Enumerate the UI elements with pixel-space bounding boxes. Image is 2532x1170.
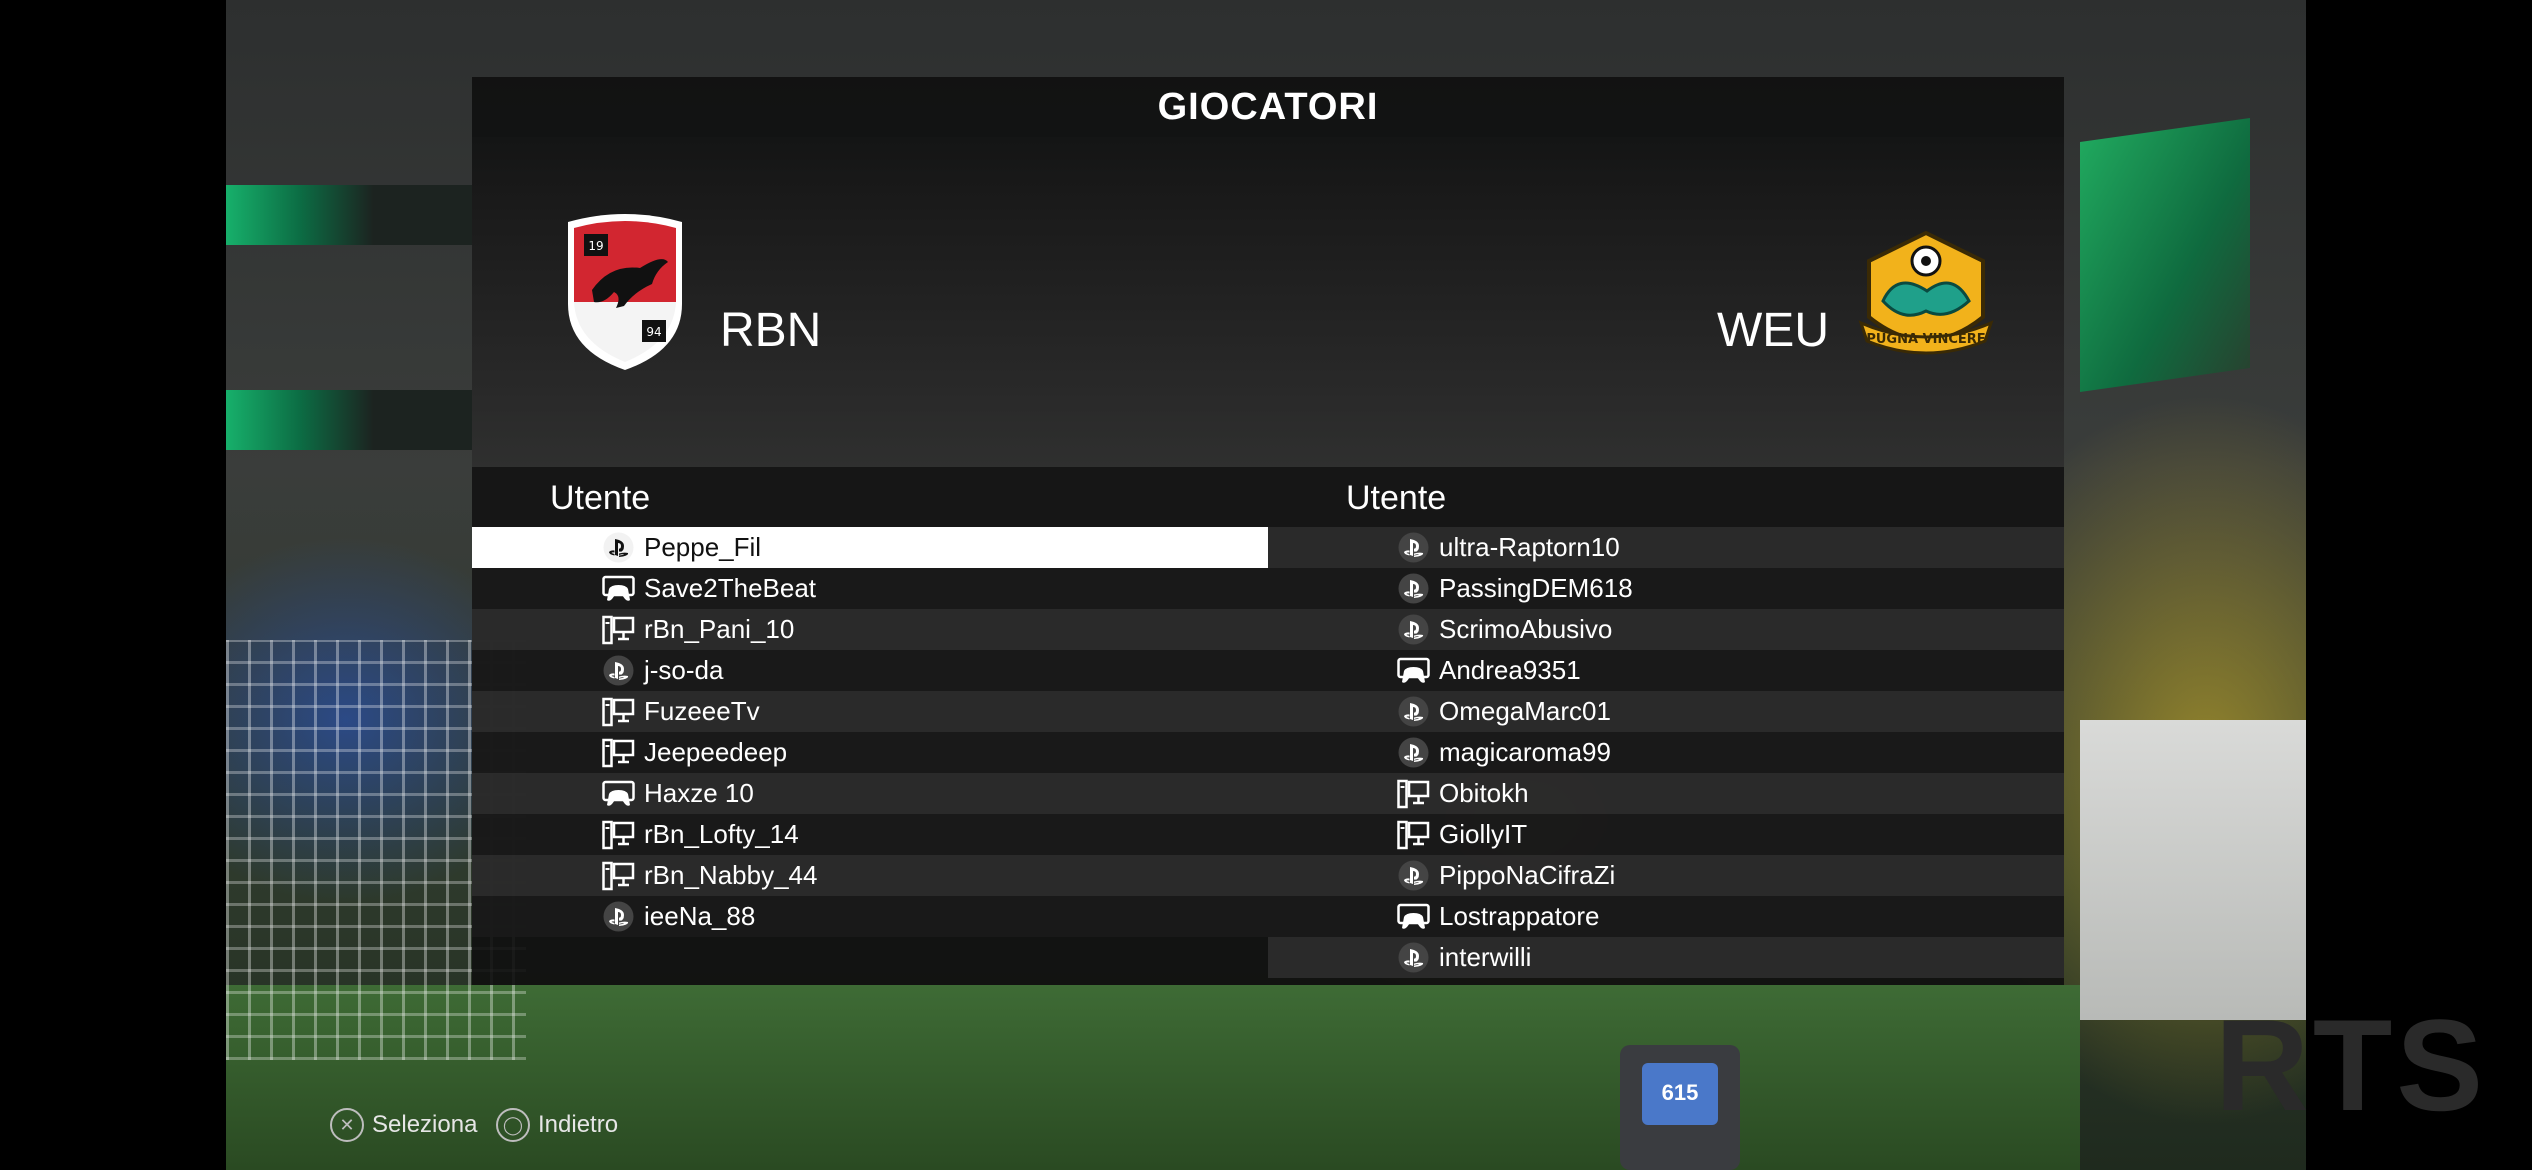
- player-row[interactable]: ScrimoAbusivo: [1268, 609, 2064, 650]
- playstation-icon: [1397, 695, 1430, 728]
- xbox-controller-icon: [1397, 654, 1430, 687]
- playstation-icon: [1397, 572, 1430, 605]
- player-name: OmegaMarc01: [1439, 696, 1611, 726]
- teams-header: [472, 137, 2064, 467]
- players-panel: GIOCATORI 19 94 RBN WEU PUGNA VINCERE Ut…: [472, 77, 2064, 985]
- player-name: j-so-da: [644, 655, 724, 685]
- player-name: magicaroma99: [1439, 737, 1611, 767]
- back-hint[interactable]: ◯ Indietro: [496, 1108, 618, 1142]
- page-title: GIOCATORI: [1157, 86, 1379, 128]
- player-name: ScrimoAbusivo: [1439, 614, 1613, 644]
- banner-text: RTS: [2215, 992, 2487, 1138]
- pc-icon: [602, 736, 635, 769]
- player-row[interactable]: rBn_Lofty_14: [472, 814, 1268, 855]
- cross-button-icon: ✕: [330, 1108, 364, 1142]
- playstation-icon: [1397, 736, 1430, 769]
- player-row[interactable]: magicaroma99: [1268, 732, 2064, 773]
- playstation-icon: [602, 531, 635, 564]
- xbox-controller-icon: [602, 572, 635, 605]
- player-name: Jeepeedeep: [644, 737, 788, 767]
- player-row[interactable]: rBn_Pani_10: [472, 609, 1268, 650]
- player-name: GiollyIT: [1439, 819, 1528, 849]
- player-row[interactable]: Andrea9351: [1268, 650, 2064, 691]
- player-name: PassingDEM618: [1439, 573, 1633, 603]
- pc-icon: [1397, 818, 1430, 851]
- xbox-controller-icon: [1397, 900, 1430, 933]
- player-name: interwilli: [1439, 942, 1532, 972]
- player-row[interactable]: ieeNa_88: [472, 896, 1268, 937]
- player-row[interactable]: rBn_Nabby_44: [472, 855, 1268, 896]
- playstation-icon: [602, 900, 635, 933]
- player-name: PippoNaCifraZi: [1439, 860, 1616, 890]
- player-name: ieeNa_88: [644, 901, 756, 931]
- pc-icon: [602, 695, 635, 728]
- player-name: Save2TheBeat: [644, 573, 817, 603]
- away-team-crest-icon: PUGNA VINCERE: [1858, 231, 1994, 355]
- player-name: rBn_Lofty_14: [644, 819, 799, 849]
- pc-icon: [1397, 777, 1430, 810]
- player-name: Peppe_Fil: [644, 532, 762, 562]
- player-row[interactable]: Lostrappatore: [1268, 896, 2064, 937]
- player-row[interactable]: FuzeeeTv: [472, 691, 1268, 732]
- player-name: FuzeeeTv: [644, 696, 760, 726]
- player-name: rBn_Nabby_44: [644, 860, 818, 890]
- player-row[interactable]: Obitokh: [1268, 773, 2064, 814]
- crest-number-19: 19: [588, 239, 603, 253]
- back-label: Indietro: [538, 1111, 619, 1138]
- playstation-icon: [1397, 859, 1430, 892]
- playstation-icon: [1397, 531, 1430, 564]
- camera-battery: 615: [1620, 1045, 1740, 1170]
- away-column-header: Utente: [1268, 467, 2064, 527]
- player-name: Lostrappatore: [1439, 901, 1600, 931]
- home-players-list: Utente Peppe_Fil Save2TheBeat rBn_Pani_10j…: [472, 467, 1268, 937]
- player-name: Andrea9351: [1439, 655, 1581, 685]
- playstation-icon: [1397, 941, 1430, 974]
- player-row[interactable]: GiollyIT: [1268, 814, 2064, 855]
- home-team-name: RBN: [720, 304, 822, 357]
- crest-motto: PUGNA VINCERE: [1866, 332, 1985, 347]
- player-name: Haxze 10: [644, 778, 754, 808]
- playstation-icon: [602, 654, 635, 687]
- player-row[interactable]: Save2TheBeat: [472, 568, 1268, 609]
- player-row[interactable]: Peppe_Fil: [472, 527, 1268, 568]
- advertising-board: [226, 390, 472, 450]
- away-players-list: Utente ultra-Raptorn10 PassingDEM618 Scrim…: [1268, 467, 2064, 978]
- player-name: Obitokh: [1439, 778, 1529, 808]
- circle-button-icon: ◯: [496, 1108, 530, 1142]
- select-label: Seleziona: [372, 1111, 478, 1138]
- player-row[interactable]: Haxze 10: [472, 773, 1268, 814]
- player-name: ultra-Raptorn10: [1439, 532, 1620, 562]
- home-team-crest-icon: 19 94: [568, 214, 682, 370]
- crest-number-94: 94: [646, 325, 661, 339]
- pc-icon: [602, 613, 635, 646]
- player-row[interactable]: interwilli: [1268, 937, 2064, 978]
- home-column-header: Utente: [472, 467, 1268, 527]
- battery-label: 615: [1642, 1063, 1718, 1125]
- player-row[interactable]: PippoNaCifraZi: [1268, 855, 2064, 896]
- player-row[interactable]: OmegaMarc01: [1268, 691, 2064, 732]
- advertising-board: [226, 185, 472, 245]
- select-hint[interactable]: ✕ Seleziona: [330, 1108, 477, 1142]
- playstation-icon: [1397, 613, 1430, 646]
- advertising-board: [2080, 118, 2250, 392]
- player-row[interactable]: ultra-Raptorn10: [1268, 527, 2064, 568]
- advertising-banner: [2080, 720, 2306, 1020]
- xbox-controller-icon: [602, 777, 635, 810]
- away-team-name: WEU: [1717, 304, 1829, 357]
- player-name: rBn_Pani_10: [644, 614, 795, 644]
- pc-icon: [602, 859, 635, 892]
- player-row[interactable]: Jeepeedeep: [472, 732, 1268, 773]
- player-row[interactable]: PassingDEM618: [1268, 568, 2064, 609]
- player-row[interactable]: j-so-da: [472, 650, 1268, 691]
- pc-icon: [602, 818, 635, 851]
